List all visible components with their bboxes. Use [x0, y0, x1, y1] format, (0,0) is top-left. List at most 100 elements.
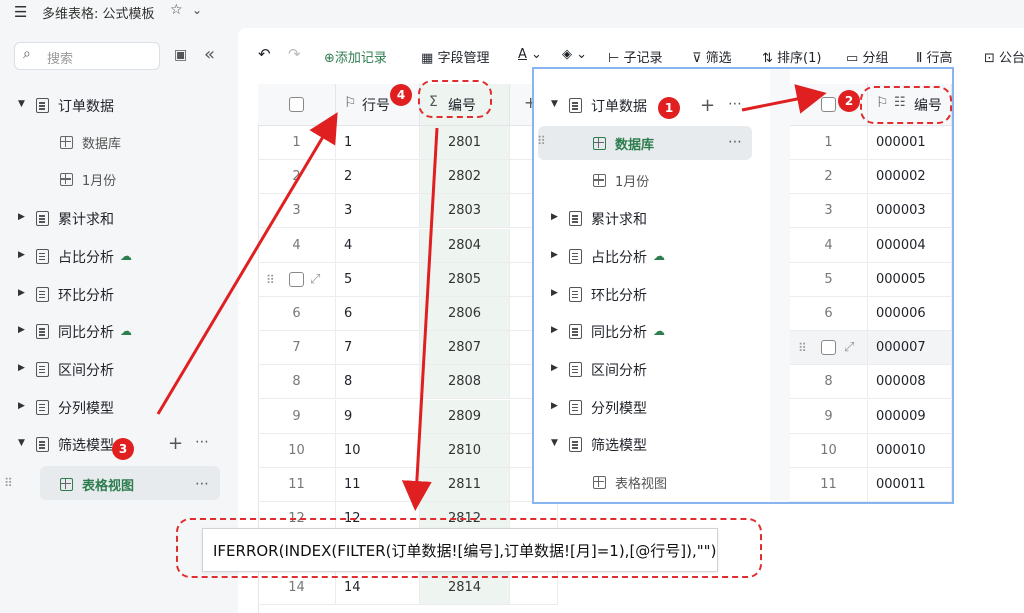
overlay-subitem[interactable]: 1月份 — [593, 168, 733, 198]
add-record-button[interactable]: ⊕添加记录 — [324, 47, 387, 66]
drag-handle-icon[interactable]: ⠿ — [266, 263, 275, 297]
sidebar-item[interactable]: ▶ 分列模型 — [18, 394, 220, 424]
caret-right-icon[interactable]: ▶ — [18, 401, 25, 411]
row-number-cell[interactable]: 2 — [790, 160, 868, 195]
search-box[interactable]: ⌕ 搜索 — [14, 42, 160, 70]
row-number-cell[interactable]: 3 — [790, 194, 868, 229]
menu-icon[interactable]: ☰ — [14, 3, 27, 21]
row-number-cell[interactable]: 9 — [790, 399, 868, 434]
row-checkbox[interactable] — [289, 271, 304, 287]
code-value[interactable]: 000001 — [868, 126, 952, 160]
star-icon[interactable]: ☆ — [170, 2, 183, 18]
row-number-value[interactable]: 10 — [336, 433, 420, 468]
code-value[interactable]: 000009 — [868, 399, 952, 434]
sidebar-subitem[interactable]: 数据库 — [60, 130, 210, 160]
sidebar-item[interactable]: ▶ 累计求和 — [18, 205, 220, 235]
code-value[interactable]: 2811 — [420, 468, 510, 502]
redo-icon[interactable]: ↷ — [288, 45, 301, 63]
more-icon[interactable]: ⋯ — [728, 134, 742, 150]
more-button[interactable]: ⊡ 公台 — [984, 47, 1024, 66]
more-icon[interactable]: ⋯ — [195, 434, 209, 450]
caret-right-icon[interactable]: ▶ — [551, 288, 558, 298]
row-number-cell[interactable]: 3 — [258, 194, 336, 229]
row-number-value[interactable]: 6 — [336, 297, 420, 331]
sidebar-item[interactable]: ▶ 同比分析 ☁ — [18, 318, 220, 348]
sort-button[interactable]: ⇅ 排序(1) — [762, 47, 821, 66]
overlay-sidebar-item[interactable]: ▼ 筛选模型 — [551, 431, 751, 461]
add-icon[interactable]: + — [168, 433, 183, 454]
caret-right-icon[interactable]: ▶ — [551, 363, 558, 373]
code-value[interactable]: 000008 — [868, 365, 952, 400]
sub-record-button[interactable]: ⊢ 子记录 — [608, 47, 662, 66]
code-value[interactable]: 2810 — [420, 433, 510, 468]
overlay-subitem[interactable]: 数据库 — [593, 131, 733, 161]
row-number-cell[interactable]: 4 — [258, 228, 336, 263]
select-all-checkbox[interactable] — [289, 97, 304, 112]
caret-right-icon[interactable]: ▶ — [18, 363, 25, 373]
row-checkbox[interactable] — [821, 340, 836, 356]
code-value[interactable]: 000007 — [868, 331, 952, 366]
group-button[interactable]: ▭ 分组 — [846, 47, 888, 66]
caret-right-icon[interactable]: ▶ — [551, 401, 558, 411]
row-number-value[interactable]: 4 — [336, 228, 420, 263]
drag-handle-icon[interactable]: ⠿ — [4, 476, 13, 490]
row-number-value[interactable]: 1 — [336, 126, 420, 160]
row-number-cell[interactable]: 1 — [258, 126, 336, 160]
collapse-sidebar-icon[interactable]: « — [204, 44, 215, 65]
row-number-value[interactable]: 2 — [336, 160, 420, 195]
row-number-cell[interactable]: 6 — [258, 297, 336, 331]
overlay-sidebar-item[interactable]: ▶ 区间分析 — [551, 356, 751, 386]
caret-down-icon[interactable]: ▼ — [18, 438, 25, 448]
caret-down-icon[interactable]: ▼ — [551, 438, 558, 448]
code-value[interactable]: 2801 — [420, 126, 510, 160]
expand-icon[interactable]: ⤢ — [844, 331, 854, 365]
filter-button[interactable]: ⊽ 筛选 — [692, 47, 732, 66]
code-value[interactable]: 2808 — [420, 365, 510, 400]
row-number-value[interactable]: 11 — [336, 468, 420, 502]
row-number-cell[interactable]: 10 — [258, 433, 336, 468]
overlay-sidebar-item[interactable]: ▶ 同比分析 ☁ — [551, 318, 751, 348]
code-value[interactable]: 000005 — [868, 262, 952, 297]
row-number-cell[interactable]: 9 — [258, 399, 336, 434]
row-number-cell[interactable]: 7 — [258, 331, 336, 366]
field-manage-button[interactable]: ▦ 字段管理 — [421, 47, 489, 66]
drag-handle-icon[interactable]: ⠿ — [798, 331, 807, 365]
code-value[interactable]: 000011 — [868, 468, 952, 502]
overlay-sidebar-item[interactable]: ▶ 占比分析 ☁ — [551, 243, 751, 273]
code-value[interactable]: 2804 — [420, 228, 510, 263]
code-value[interactable]: 000003 — [868, 194, 952, 229]
row-number-value[interactable]: 5 — [336, 262, 420, 297]
row-number-cell[interactable]: 4 — [790, 228, 868, 263]
code-value[interactable]: 2805 — [420, 262, 510, 297]
row-number-cell[interactable]: 8 — [258, 365, 336, 400]
text-color-button[interactable]: A ⌄ — [518, 47, 542, 62]
code-value[interactable]: 000002 — [868, 160, 952, 195]
code-value[interactable]: 2802 — [420, 160, 510, 195]
code-value[interactable]: 2807 — [420, 331, 510, 366]
row-number-cell[interactable]: 11 — [258, 468, 336, 502]
sidebar-item[interactable]: ▶ 占比分析 ☁ — [18, 243, 220, 273]
row-number-value[interactable]: 7 — [336, 331, 420, 366]
caret-right-icon[interactable]: ▶ — [551, 250, 558, 260]
add-icon[interactable]: + — [700, 95, 715, 116]
sidebar-subitem-active[interactable]: 表格视图 — [60, 472, 210, 502]
row-number-cell[interactable]: 1 — [790, 126, 868, 160]
caret-right-icon[interactable]: ▶ — [18, 325, 25, 335]
row-number-value[interactable]: 9 — [336, 399, 420, 434]
code-value[interactable]: 2809 — [420, 399, 510, 434]
caret-right-icon[interactable]: ▶ — [18, 212, 25, 222]
more-icon[interactable]: ⋯ — [195, 476, 209, 492]
code-value[interactable]: 000004 — [868, 228, 952, 263]
sidebar-subitem[interactable]: 1月份 — [60, 167, 210, 197]
header-select-all[interactable] — [258, 84, 336, 126]
caret-right-icon[interactable]: ▶ — [551, 212, 558, 222]
overlay-sidebar-item[interactable]: ▼ 订单数据 — [551, 92, 751, 122]
more-icon[interactable]: ⋯ — [728, 96, 742, 112]
caret-down-icon[interactable]: ▼ — [18, 99, 25, 109]
code-value[interactable]: 000010 — [868, 433, 952, 468]
drag-handle-icon[interactable]: ⠿ — [537, 134, 546, 148]
undo-icon[interactable]: ↶ — [258, 45, 271, 63]
code-value[interactable]: 2806 — [420, 297, 510, 331]
overlay-sidebar-item[interactable]: ▶ 环比分析 — [551, 281, 751, 311]
caret-right-icon[interactable]: ▶ — [18, 288, 25, 298]
